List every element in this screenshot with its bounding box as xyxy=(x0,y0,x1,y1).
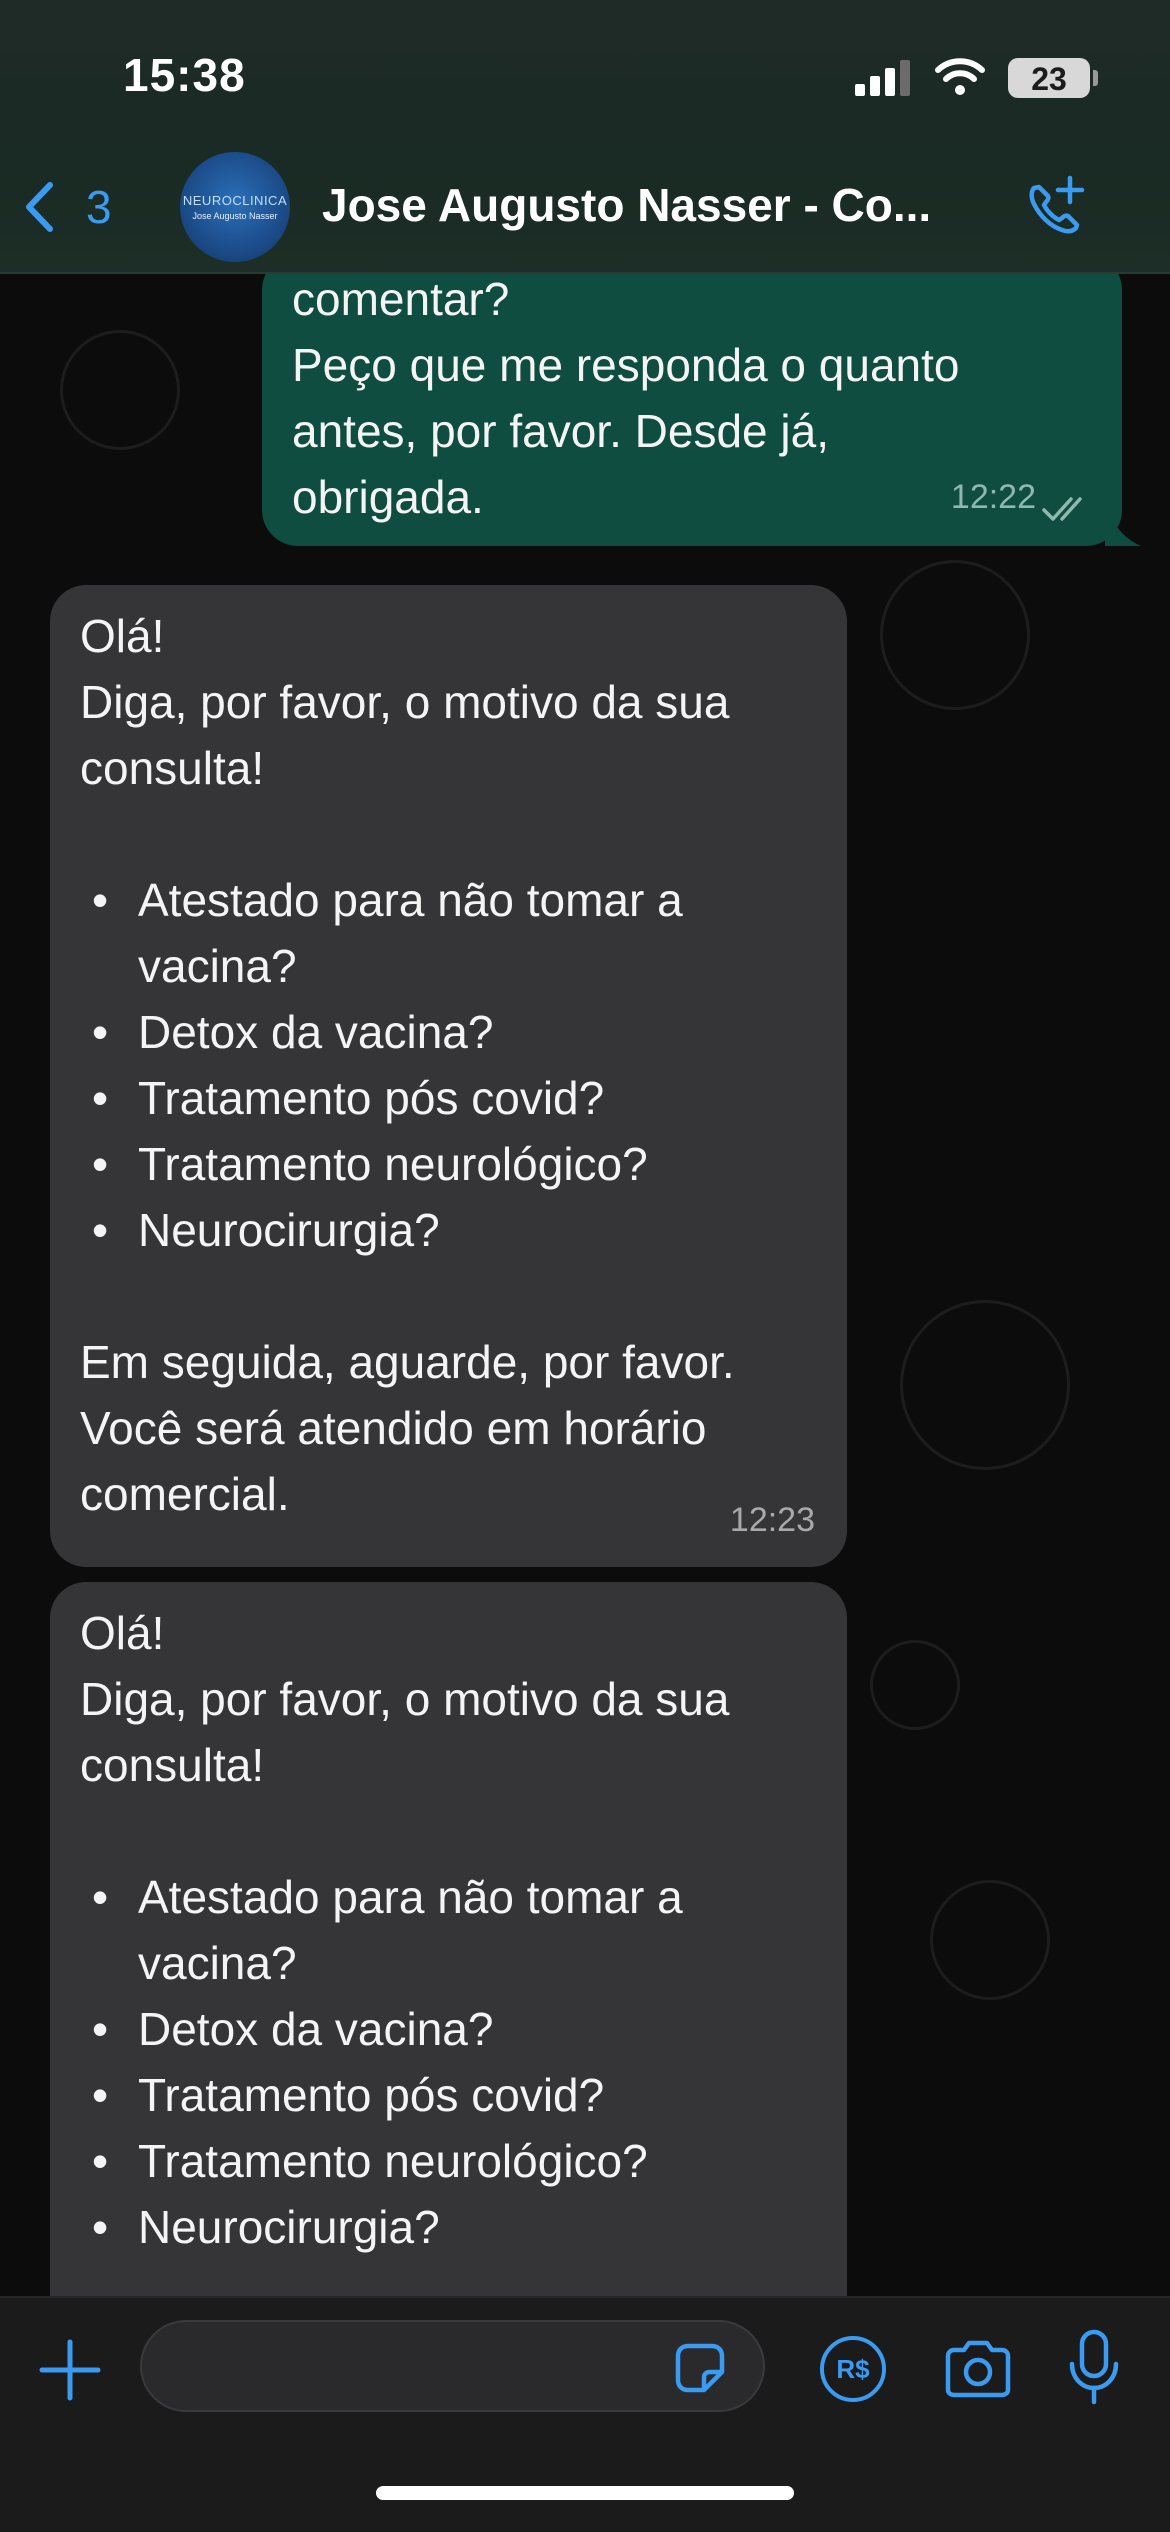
bullet-item: Tratamento neurológico? xyxy=(80,1131,817,1197)
bullet-item: Detox da vacina? xyxy=(80,999,817,1065)
cellular-signal-icon xyxy=(855,58,913,96)
battery-level: 23 xyxy=(1031,61,1067,97)
bullet-item: Tratamento pós covid? xyxy=(80,2062,817,2128)
message-time: 12:22 xyxy=(950,478,1036,516)
wallpaper-doodle xyxy=(930,1880,1050,2000)
incoming-message[interactable]: Olá! Diga, por favor, o motivo da sua co… xyxy=(50,585,847,1567)
message-bullet-list: Atestado para não tomar a vacina? Detox … xyxy=(80,1864,817,2260)
bubble-tail xyxy=(1105,506,1141,546)
unread-count: 3 xyxy=(86,181,112,233)
avatar-logo-subtext: Jose Augusto Nasser xyxy=(192,211,278,221)
wallpaper-doodle xyxy=(870,1640,960,1730)
chat-header: 15:38 23 3 NEUROCLINICA Jose Augusto Nas… xyxy=(0,0,1170,274)
bullet-item: Neurocirurgia? xyxy=(80,1197,817,1263)
phone-plus-icon[interactable] xyxy=(1020,172,1090,242)
wifi-icon xyxy=(935,58,985,95)
message-time: 12:23 xyxy=(729,1501,815,1539)
outgoing-message[interactable]: comentar? Peço que me responda o quanto … xyxy=(262,254,1122,546)
wallpaper-doodle xyxy=(900,1300,1070,1470)
bullet-item: Atestado para não tomar a vacina? xyxy=(80,1864,817,1996)
message-bullet-list: Atestado para não tomar a vacina? Detox … xyxy=(80,867,817,1263)
sticker-icon[interactable] xyxy=(670,2338,730,2398)
pix-icon[interactable]: R$ xyxy=(820,2336,886,2402)
microphone-icon[interactable] xyxy=(1066,2328,1122,2408)
camera-icon[interactable] xyxy=(942,2338,1014,2400)
wallpaper-doodle xyxy=(880,560,1030,710)
chevron-left-icon xyxy=(26,182,53,232)
message-intro: Olá! Diga, por favor, o motivo da sua co… xyxy=(80,1607,730,1791)
bullet-item: Tratamento pós covid? xyxy=(80,1065,817,1131)
incoming-message[interactable]: Olá! Diga, por favor, o motivo da sua co… xyxy=(50,1582,847,2342)
bullet-item: Neurocirurgia? xyxy=(80,2194,817,2260)
message-intro: Olá! Diga, por favor, o motivo da sua co… xyxy=(80,610,730,794)
double-check-icon xyxy=(1042,497,1082,521)
bullet-item: Detox da vacina? xyxy=(80,1996,817,2062)
wallpaper-doodle xyxy=(60,330,180,450)
plus-icon[interactable] xyxy=(38,2338,102,2402)
pix-label: R$ xyxy=(836,2353,870,2384)
avatar-logo-text: NEUROCLINICA xyxy=(182,193,288,208)
battery-tip xyxy=(1093,70,1098,86)
contact-avatar[interactable]: NEUROCLINICA Jose Augusto Nasser xyxy=(180,152,290,262)
message-outro: Em seguida, aguarde, por favor. Você ser… xyxy=(80,1336,735,1520)
battery-icon: 23 xyxy=(1008,58,1090,98)
status-time: 15:38 xyxy=(123,49,246,101)
contact-name[interactable]: Jose Augusto Nasser - Co... xyxy=(322,178,931,232)
bullet-item: Tratamento neurológico? xyxy=(80,2128,817,2194)
bullet-item: Atestado para não tomar a vacina? xyxy=(80,867,817,999)
home-indicator[interactable] xyxy=(376,2486,794,2500)
back-button[interactable]: 3 xyxy=(24,172,134,242)
